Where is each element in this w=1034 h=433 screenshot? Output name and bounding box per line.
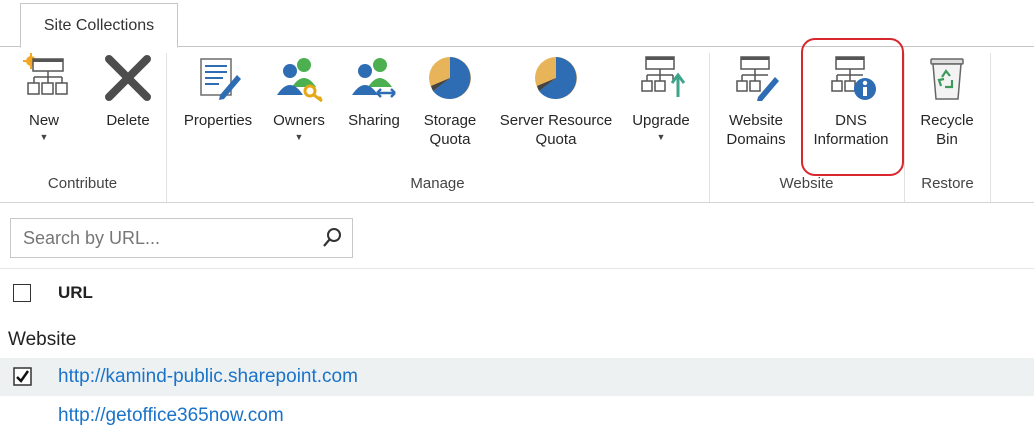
owners-button-label: Owners — [273, 112, 325, 129]
new-site-icon — [19, 53, 69, 103]
upgrade-icon — [636, 53, 686, 103]
website-domains-line2: Domains — [726, 131, 786, 148]
ribbon-group-contribute: New ▼ Delete Contribute — [0, 47, 165, 203]
divider — [0, 268, 1034, 269]
pie-chart-icon — [531, 53, 581, 103]
properties-icon — [193, 53, 243, 103]
chevron-down-icon: ▼ — [294, 132, 304, 142]
website-domains-line1: Website — [729, 112, 783, 129]
group-title: Website — [8, 329, 77, 350]
chevron-down-icon: ▼ — [39, 132, 49, 142]
recycle-bin-button[interactable]: Recycle Bin — [913, 53, 981, 149]
table-row[interactable]: http://kamind-public.sharepoint.com — [0, 358, 1034, 396]
chevron-down-icon: ▼ — [656, 132, 666, 142]
column-header-url[interactable]: URL — [58, 283, 93, 303]
row-checkbox-checked[interactable] — [13, 367, 33, 387]
owners-button[interactable]: Owners ▼ — [266, 53, 332, 142]
table-row[interactable]: http://getoffice365now.com — [0, 397, 1034, 433]
group-label-restore: Restore — [921, 175, 974, 192]
website-domains-label: Website Domains — [726, 111, 785, 149]
dns-highlight-annotation — [801, 38, 904, 176]
storage-quota-line1: Storage — [423, 112, 477, 129]
ribbon-separator — [990, 53, 991, 203]
recycle-bin-line2: Bin — [936, 131, 958, 148]
storage-quota-button[interactable]: Storage Quota — [415, 53, 485, 149]
search-input[interactable] — [11, 219, 311, 257]
new-button[interactable]: New ▼ — [16, 53, 72, 142]
upgrade-button[interactable]: Upgrade ▼ — [625, 53, 697, 142]
owners-key-icon — [274, 53, 324, 103]
sharing-button[interactable]: Sharing — [339, 53, 409, 130]
delete-button-label: Delete — [106, 112, 150, 129]
delete-x-icon — [103, 53, 153, 103]
sharing-button-label: Sharing — [348, 112, 400, 129]
site-url-link[interactable]: http://getoffice365now.com — [58, 405, 284, 427]
select-all-checkbox[interactable] — [13, 284, 31, 302]
storage-quota-label: Storage Quota — [424, 111, 477, 149]
tab-site-collections[interactable]: Site Collections — [20, 3, 178, 48]
new-button-label: New — [28, 112, 59, 129]
server-resource-quota-label: Server Resource Quota — [500, 111, 613, 149]
server-resource-quota-button[interactable]: Server Resource Quota — [491, 53, 621, 149]
site-url-link[interactable]: http://kamind-public.sharepoint.com — [58, 366, 358, 388]
ribbon-group-restore: Recycle Bin Restore — [905, 47, 990, 203]
recycle-bin-line1: Recycle — [920, 112, 974, 129]
sharing-icon — [349, 53, 399, 103]
recycle-bin-icon — [922, 53, 972, 103]
website-domains-button[interactable]: Website Domains — [716, 53, 796, 149]
recycle-bin-label: Recycle Bin — [920, 111, 973, 149]
search-box — [10, 218, 353, 258]
website-domains-icon — [731, 53, 781, 103]
delete-button[interactable]: Delete — [98, 53, 158, 130]
server-resource-quota-line1: Server Resource — [499, 112, 613, 129]
server-resource-quota-line2: Quota — [535, 131, 577, 148]
group-label-manage: Manage — [410, 175, 465, 192]
group-label-website: Website — [779, 175, 834, 192]
upgrade-button-label: Upgrade — [632, 112, 690, 129]
pie-chart-icon — [425, 53, 475, 103]
ribbon-group-manage: Properties Owners ▼ Sharing Storage Quot… — [167, 47, 708, 203]
search-icon[interactable] — [320, 226, 344, 250]
group-label-contribute: Contribute — [47, 175, 118, 192]
storage-quota-line2: Quota — [429, 131, 471, 148]
properties-button[interactable]: Properties — [175, 53, 261, 130]
ribbon-divider — [0, 202, 1034, 203]
properties-button-label: Properties — [183, 112, 253, 129]
